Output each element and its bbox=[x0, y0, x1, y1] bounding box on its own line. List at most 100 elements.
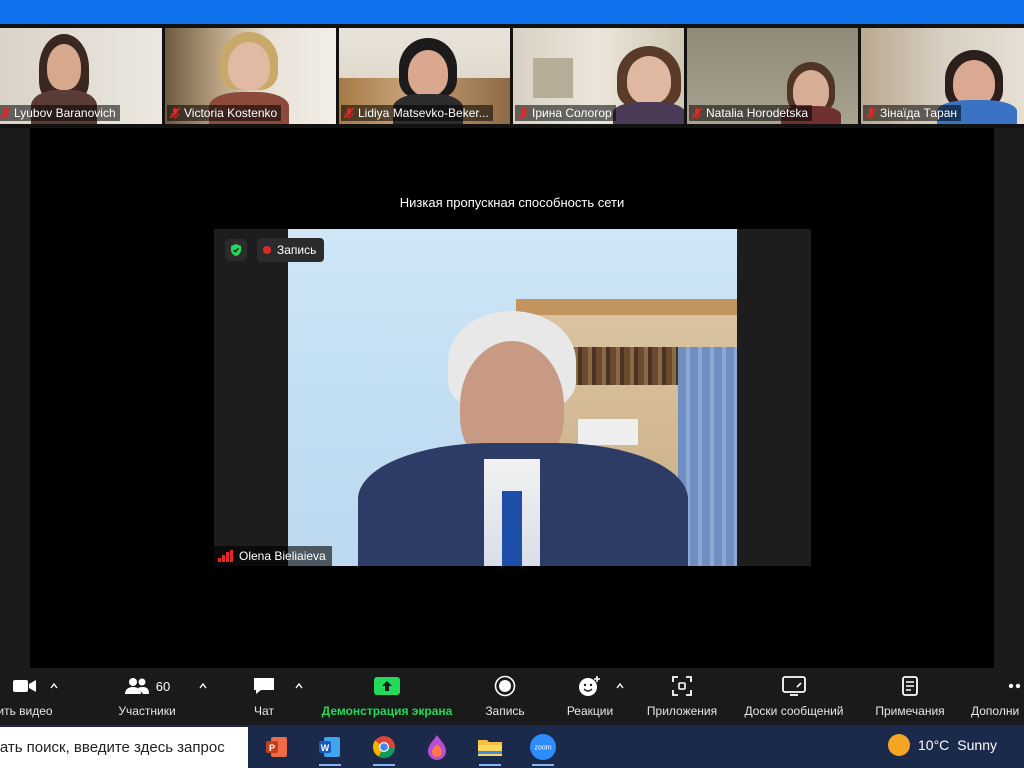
participant-tile-1[interactable]: Lyubov Baranovich bbox=[0, 28, 162, 124]
chat-bubble-icon bbox=[254, 678, 274, 694]
books-row bbox=[568, 347, 678, 385]
person-face bbox=[627, 56, 671, 104]
notes-icon bbox=[902, 676, 918, 696]
participant-name-text: Ірина Сологор bbox=[532, 106, 612, 120]
mic-muted-icon bbox=[169, 107, 181, 119]
participant-tile-6[interactable]: Зінаїда Таран bbox=[861, 28, 1024, 124]
encryption-shield[interactable] bbox=[225, 239, 247, 261]
word-icon: W bbox=[319, 737, 340, 757]
word-taskbar-button[interactable]: W bbox=[313, 730, 347, 766]
whiteboards-button[interactable]: Доски сообщений bbox=[734, 668, 854, 725]
record-icon bbox=[494, 675, 516, 697]
apps-grid-icon bbox=[672, 676, 692, 696]
file-explorer-taskbar-button[interactable] bbox=[473, 730, 507, 766]
reactions-button[interactable]: Реакции bbox=[560, 668, 620, 725]
svg-text:P: P bbox=[269, 743, 275, 753]
share-screen-button[interactable]: Демонстрация экрана bbox=[316, 668, 458, 725]
participants-button-label: Участники bbox=[118, 704, 176, 718]
video-button[interactable]: ить видео bbox=[0, 668, 60, 725]
mic-muted-icon bbox=[691, 107, 703, 119]
shield-check-icon bbox=[231, 244, 241, 256]
chat-button[interactable]: Чат bbox=[239, 668, 289, 725]
window-title-bar bbox=[0, 0, 1024, 24]
video-options-chevron-icon[interactable] bbox=[50, 682, 58, 690]
whiteboards-button-label: Доски сообщений bbox=[744, 704, 844, 718]
record-button-label: Запись bbox=[485, 704, 525, 718]
weather-temperature: 10°C bbox=[918, 737, 950, 753]
share-screen-label: Демонстрация экрана bbox=[321, 704, 453, 718]
whiteboard-icon bbox=[782, 676, 806, 696]
participant-tile-5[interactable]: Natalia Horodetska bbox=[687, 28, 858, 124]
participant-name: Lidiya Matsevko-Beker... bbox=[341, 105, 493, 121]
mic-muted-icon bbox=[0, 107, 11, 119]
participant-name-text: Victoria Kostenko bbox=[184, 106, 278, 120]
apps-button-label: Приложения bbox=[646, 704, 718, 718]
recording-indicator[interactable]: Запись bbox=[257, 238, 325, 262]
signal-bars-icon bbox=[218, 550, 233, 562]
person-body bbox=[613, 102, 684, 124]
person-face bbox=[47, 44, 81, 90]
participants-count: 60 bbox=[155, 678, 171, 694]
svg-text:W: W bbox=[321, 743, 330, 753]
sun-icon bbox=[888, 734, 910, 756]
record-button[interactable]: Запись bbox=[478, 668, 532, 725]
paint-taskbar-button[interactable] bbox=[420, 730, 454, 764]
mic-muted-icon bbox=[343, 107, 355, 119]
participants-options-chevron-icon[interactable] bbox=[199, 682, 207, 690]
more-button[interactable]: Дополни bbox=[966, 668, 1024, 725]
chat-button-label: Чат bbox=[254, 704, 274, 718]
share-screen-icon bbox=[374, 677, 400, 695]
powerpoint-taskbar-button[interactable]: P bbox=[260, 730, 294, 764]
person-face bbox=[228, 42, 270, 90]
notes-button-label: Примечания bbox=[875, 704, 945, 718]
weather-condition: Sunny bbox=[957, 737, 997, 753]
chrome-taskbar-button[interactable] bbox=[367, 730, 401, 766]
search-placeholder: чать поиск, введите здесь запрос bbox=[0, 739, 225, 756]
video-button-label: ить видео bbox=[0, 704, 53, 718]
participant-name: Lyubov Baranovich bbox=[0, 105, 120, 121]
speaker-tie bbox=[502, 491, 522, 566]
participant-name-text: Natalia Horodetska bbox=[706, 106, 809, 120]
video-camera-icon bbox=[13, 680, 36, 692]
active-speaker-label: Olena Bieliaieva bbox=[214, 546, 332, 566]
more-dots-icon bbox=[1008, 683, 1021, 689]
participant-tile-3[interactable]: Lidiya Matsevko-Beker... bbox=[339, 28, 510, 124]
participant-name-text: Зінаїда Таран bbox=[880, 106, 957, 120]
notes-button[interactable]: Примечания bbox=[866, 668, 954, 725]
participant-tile-2[interactable]: Victoria Kostenko bbox=[165, 28, 336, 124]
file-explorer-icon bbox=[478, 740, 502, 756]
chat-options-chevron-icon[interactable] bbox=[295, 682, 303, 690]
taskbar-search-box[interactable]: чать поиск, введите здесь запрос bbox=[0, 727, 248, 768]
smiley-plus-icon bbox=[579, 676, 600, 696]
more-button-label: Дополни bbox=[971, 704, 1020, 718]
zoom-taskbar-button[interactable]: zoom bbox=[526, 730, 560, 766]
chrome-icon bbox=[372, 736, 395, 758]
svg-text:zoom: zoom bbox=[534, 745, 551, 752]
participants-button[interactable]: 60 Участники bbox=[106, 668, 188, 725]
reactions-options-chevron-icon[interactable] bbox=[616, 682, 624, 690]
network-notice: Низкая пропускная способность сети bbox=[399, 195, 625, 210]
reactions-button-label: Реакции bbox=[566, 704, 614, 718]
recording-label: Запись bbox=[277, 243, 317, 257]
wall-shelf bbox=[533, 58, 573, 98]
participant-name: Natalia Horodetska bbox=[689, 105, 813, 121]
participant-tile-4[interactable]: Ірина Сологор bbox=[513, 28, 684, 124]
apps-button[interactable]: Приложения bbox=[638, 668, 726, 725]
participant-name-text: Lidiya Matsevko-Beker... bbox=[358, 106, 489, 120]
participant-name: Зінаїда Таран bbox=[863, 105, 961, 121]
participant-name: Ірина Сологор bbox=[515, 105, 616, 121]
mic-muted-icon bbox=[865, 107, 877, 119]
person-face bbox=[408, 50, 448, 96]
zoom-icon: zoom bbox=[530, 734, 556, 760]
weather-widget[interactable]: 10°C Sunny bbox=[888, 734, 997, 756]
active-speaker-name: Olena Bieliaieva bbox=[239, 549, 326, 563]
record-dot-icon bbox=[263, 246, 271, 254]
active-speaker-video[interactable] bbox=[214, 229, 811, 566]
participant-name-text: Lyubov Baranovich bbox=[14, 106, 116, 120]
paint-drop-icon bbox=[428, 735, 446, 760]
powerpoint-icon: P bbox=[266, 737, 287, 757]
participant-name: Victoria Kostenko bbox=[167, 105, 282, 121]
mic-muted-icon bbox=[517, 107, 529, 119]
participants-icon bbox=[124, 678, 149, 694]
white-papers bbox=[578, 419, 638, 445]
